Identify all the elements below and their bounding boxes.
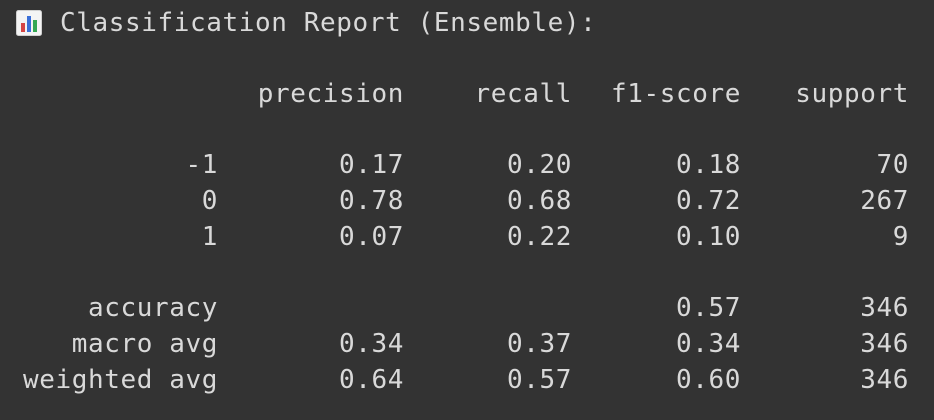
f1-score-value: 0.57	[675, 293, 741, 323]
summary-row-label: weighted avg	[22, 365, 218, 395]
column-header-f1-score: f1-score	[610, 79, 741, 109]
column-header-precision: precision	[257, 79, 404, 109]
f1-score-value: 0.72	[675, 186, 741, 216]
precision-value	[218, 291, 404, 325]
support-value: 346	[860, 329, 909, 359]
precision-value: 0.64	[338, 365, 404, 395]
f1-score-value: 0.34	[675, 329, 741, 359]
row-label: 1	[201, 222, 218, 252]
report-title-line: Classification Report (Ensemble):	[16, 6, 596, 40]
recall-value	[404, 291, 572, 325]
precision-value: 0.78	[338, 186, 404, 216]
recall-value: 0.20	[506, 150, 572, 180]
column-header-support: support	[795, 79, 909, 109]
clipped-previous-output-line	[0, 0, 934, 2]
bar-chart-icon	[16, 10, 42, 36]
f1-score-value: 0.60	[675, 365, 741, 395]
support-value: 267	[860, 186, 909, 216]
column-header-recall: recall	[474, 79, 572, 109]
support-value: 70	[876, 150, 909, 180]
recall-value: 0.22	[506, 222, 572, 252]
report-title: Classification Report (Ensemble):	[60, 8, 597, 38]
f1-score-value: 0.18	[675, 150, 741, 180]
support-value: 346	[860, 293, 909, 323]
summary-row-label: macro avg	[71, 329, 218, 359]
row-label: -1	[185, 150, 218, 180]
f1-score-value: 0.10	[675, 222, 741, 252]
precision-value: 0.34	[338, 329, 404, 359]
precision-value: 0.07	[338, 222, 404, 252]
recall-value: 0.37	[506, 329, 572, 359]
row-label: 0	[201, 186, 218, 216]
recall-value: 0.68	[506, 186, 572, 216]
support-value: 9	[892, 222, 909, 252]
summary-row-label: accuracy	[87, 293, 218, 323]
recall-value: 0.57	[506, 365, 572, 395]
precision-value: 0.17	[338, 150, 404, 180]
support-value: 346	[860, 365, 909, 395]
